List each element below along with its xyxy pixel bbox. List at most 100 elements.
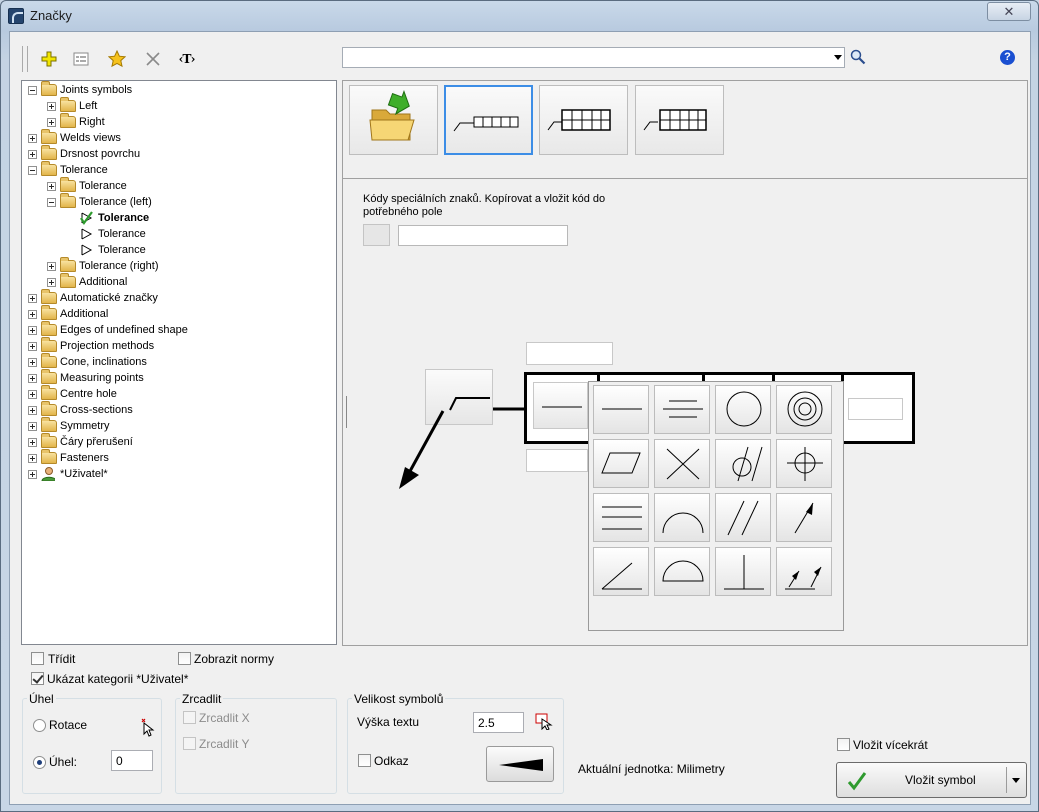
properties-button[interactable] xyxy=(70,48,92,70)
tree-item[interactable]: *Uživatel* xyxy=(22,466,332,482)
tree-item[interactable]: Cross-sections xyxy=(22,401,332,418)
show-norms-checkbox[interactable] xyxy=(178,652,191,665)
tree-item[interactable]: Left xyxy=(22,97,332,114)
palette-symbol-straightness[interactable] xyxy=(593,385,649,434)
tree-item[interactable]: Welds views xyxy=(22,129,332,146)
expand-icon[interactable] xyxy=(28,422,37,431)
expand-icon[interactable] xyxy=(28,134,37,143)
palette-symbol-parallel-diagonal[interactable] xyxy=(715,493,771,542)
reference-checkbox[interactable] xyxy=(358,754,371,767)
show-user-category-checkbox[interactable] xyxy=(31,672,44,685)
tolerance-frame-1-row-thumbnail[interactable] xyxy=(444,85,533,155)
expand-icon[interactable] xyxy=(28,406,37,415)
expand-icon[interactable] xyxy=(28,390,37,399)
open-folder-thumbnail[interactable] xyxy=(349,85,438,155)
palette-symbol-cylindricity[interactable] xyxy=(776,385,832,434)
tree-item[interactable]: Additional xyxy=(22,305,332,322)
tree-item[interactable]: Tolerance xyxy=(22,210,332,226)
palette-symbol-half-circle[interactable] xyxy=(654,547,710,596)
palette-symbol-angularity[interactable] xyxy=(593,547,649,596)
tree-item[interactable]: Drsnost povrchu xyxy=(22,145,332,162)
collapse-icon[interactable] xyxy=(47,198,56,207)
expand-icon[interactable] xyxy=(28,150,37,159)
search-combobox[interactable] xyxy=(342,47,845,68)
search-icon[interactable] xyxy=(850,49,866,65)
mirror-x-checkbox[interactable] xyxy=(183,711,196,724)
search-input[interactable] xyxy=(343,48,813,66)
expand-icon[interactable] xyxy=(47,182,56,191)
tree-item[interactable]: Fasteners xyxy=(22,449,332,466)
tree-item[interactable]: Projection methods xyxy=(22,337,332,354)
expand-icon[interactable] xyxy=(28,438,37,447)
title-bar[interactable]: Značky ✕ xyxy=(1,1,1038,29)
palette-symbol-perpendicularity[interactable] xyxy=(715,547,771,596)
tree-item[interactable]: Joints symbols xyxy=(22,81,332,98)
expand-icon[interactable] xyxy=(28,310,37,319)
palette-symbol-runout[interactable] xyxy=(776,493,832,542)
expand-icon[interactable] xyxy=(28,294,37,303)
palette-symbol-arc-profile[interactable] xyxy=(654,493,710,542)
palette-symbol-position[interactable] xyxy=(776,439,832,488)
expand-icon[interactable] xyxy=(28,374,37,383)
text-tag-button[interactable]: ‹T› xyxy=(176,48,198,70)
tree-item[interactable]: Measuring points xyxy=(22,369,332,386)
expand-icon[interactable] xyxy=(28,326,37,335)
mirror-y-checkbox[interactable] xyxy=(183,737,196,750)
tree-item[interactable]: Tolerance xyxy=(22,161,332,178)
symbol-cell-button[interactable] xyxy=(533,382,588,429)
collapse-icon[interactable] xyxy=(28,86,37,95)
tree-item[interactable]: Cone, inclinations xyxy=(22,353,332,370)
pick-angle-icon[interactable] xyxy=(139,718,155,738)
expand-icon[interactable] xyxy=(47,278,56,287)
palette-symbol-parallelism[interactable] xyxy=(593,493,649,542)
tree-item[interactable]: Automatické značky xyxy=(22,289,332,306)
chevron-down-icon[interactable] xyxy=(1012,778,1020,783)
palette-symbol-cross[interactable] xyxy=(654,439,710,488)
expand-icon[interactable] xyxy=(28,342,37,351)
insert-symbol-button[interactable]: Vložit symbol xyxy=(836,762,1027,798)
tree-item[interactable]: Tolerance xyxy=(22,242,332,258)
angle-radio[interactable] xyxy=(33,756,46,769)
tree-item[interactable]: Additional xyxy=(22,273,332,290)
special-code-button[interactable] xyxy=(363,224,390,246)
splitter-handle[interactable] xyxy=(346,396,348,428)
palette-symbol-flatness[interactable] xyxy=(654,385,710,434)
insert-multiple-checkbox[interactable] xyxy=(837,738,850,751)
tree-item[interactable]: Centre hole xyxy=(22,385,332,402)
datum-text-field[interactable] xyxy=(848,398,903,420)
tree-item[interactable]: Tolerance xyxy=(22,226,332,242)
tree-item[interactable]: Right xyxy=(22,113,332,130)
tree-item[interactable]: Tolerance (right) xyxy=(22,257,332,274)
expand-icon[interactable] xyxy=(47,102,56,111)
favorite-button[interactable] xyxy=(106,48,128,70)
expand-icon[interactable] xyxy=(28,470,37,479)
tolerance-frame-2-rows-thumbnail[interactable] xyxy=(539,85,628,155)
tree-item[interactable]: Čáry přerušení xyxy=(22,433,332,450)
palette-symbol-parallelogram[interactable] xyxy=(593,439,649,488)
lower-text-field[interactable] xyxy=(526,449,588,472)
toolbar-grip[interactable] xyxy=(22,46,28,72)
palette-symbol-diameter-slash[interactable] xyxy=(715,439,771,488)
chevron-down-icon[interactable] xyxy=(834,55,842,60)
close-button[interactable]: ✕ xyxy=(987,2,1031,21)
expand-icon[interactable] xyxy=(28,454,37,463)
add-button[interactable] xyxy=(38,48,60,70)
delete-button[interactable] xyxy=(142,48,164,70)
upper-text-field[interactable] xyxy=(526,342,613,365)
tree-item[interactable]: Tolerance xyxy=(22,177,332,194)
rotation-radio[interactable] xyxy=(33,719,46,732)
tree-item[interactable]: Edges of undefined shape xyxy=(22,321,332,338)
collapse-icon[interactable] xyxy=(28,166,37,175)
expand-icon[interactable] xyxy=(47,262,56,271)
text-height-input[interactable]: 2.5 xyxy=(473,712,524,733)
sort-checkbox[interactable] xyxy=(31,652,44,665)
tree-item[interactable]: Tolerance (left) xyxy=(22,193,332,210)
help-icon[interactable]: ? xyxy=(1000,50,1015,65)
palette-symbol-circularity[interactable] xyxy=(715,385,771,434)
category-tree[interactable]: Joints symbols Left Right Welds views Drsnos… xyxy=(21,80,337,645)
tolerance-frame-2-rows-alt-thumbnail[interactable] xyxy=(635,85,724,155)
angle-input[interactable]: 0 xyxy=(111,750,153,771)
expand-icon[interactable] xyxy=(28,358,37,367)
palette-symbol-total-runout[interactable] xyxy=(776,547,832,596)
expand-icon[interactable] xyxy=(47,118,56,127)
